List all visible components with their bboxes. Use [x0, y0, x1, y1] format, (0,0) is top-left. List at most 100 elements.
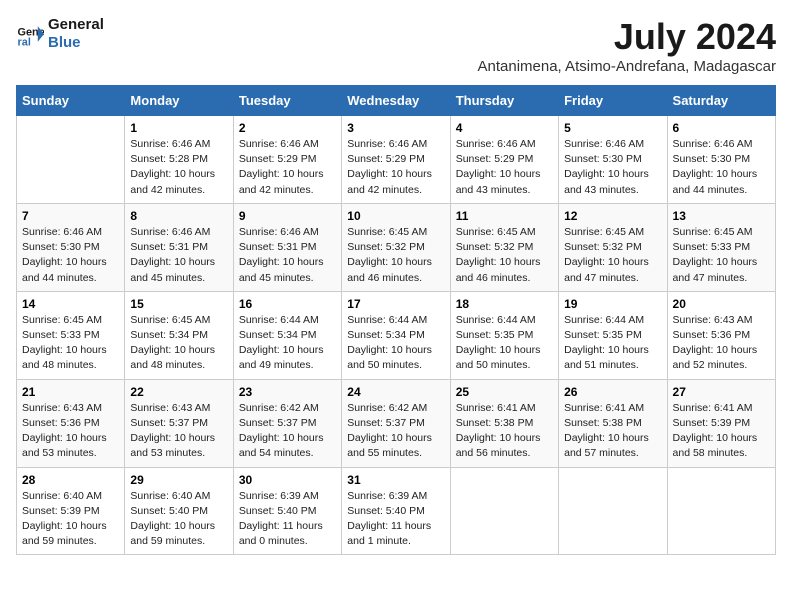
calendar-cell: 14Sunrise: 6:45 AM Sunset: 5:33 PM Dayli… [17, 291, 125, 379]
calendar-table: SundayMondayTuesdayWednesdayThursdayFrid… [16, 85, 776, 555]
day-info: Sunrise: 6:45 AM Sunset: 5:33 PM Dayligh… [673, 225, 770, 286]
calendar-cell: 16Sunrise: 6:44 AM Sunset: 5:34 PM Dayli… [233, 291, 341, 379]
week-row-1: 1Sunrise: 6:46 AM Sunset: 5:28 PM Daylig… [17, 116, 776, 204]
calendar-cell: 20 Sunrise: 6:43 AM Sunset: 5:36 PM Dayli… [667, 291, 775, 379]
day-info: Sunrise: 6:46 AM Sunset: 5:30 PM Dayligh… [564, 137, 661, 198]
calendar-cell [450, 467, 558, 555]
day-info: Sunrise: 6:45 AM Sunset: 5:32 PM Dayligh… [347, 225, 444, 286]
day-info: Sunrise: 6:44 AM Sunset: 5:35 PM Dayligh… [564, 313, 661, 374]
day-info: Sunrise: 6:46 AM Sunset: 5:29 PM Dayligh… [239, 137, 336, 198]
calendar-subtitle: Antanimena, Atsimo-Andrefana, Madagascar [478, 58, 777, 75]
week-row-5: 28 Sunrise: 6:40 AM Sunset: 5:39 PM Dayli… [17, 467, 776, 555]
day-number: 23 [239, 385, 336, 399]
day-number: 30 [239, 473, 336, 487]
day-number: 13 [673, 209, 770, 223]
calendar-header-row: SundayMondayTuesdayWednesdayThursdayFrid… [17, 86, 776, 116]
header-tuesday: Tuesday [233, 86, 341, 116]
header-thursday: Thursday [450, 86, 558, 116]
day-number: 8 [130, 209, 227, 223]
day-info: Sunrise: 6:45 AM Sunset: 5:34 PM Dayligh… [130, 313, 227, 374]
header-saturday: Saturday [667, 86, 775, 116]
calendar-cell: 28 Sunrise: 6:40 AM Sunset: 5:39 PM Dayli… [17, 467, 125, 555]
calendar-cell: 15 Sunrise: 6:45 AM Sunset: 5:34 PM Dayli… [125, 291, 233, 379]
day-number: 27 [673, 385, 770, 399]
day-number: 1 [130, 121, 227, 135]
day-info: Sunrise: 6:46 AM Sunset: 5:29 PM Dayligh… [456, 137, 553, 198]
day-info: Sunrise: 6:42 AM Sunset: 5:37 PM Dayligh… [239, 401, 336, 462]
calendar-cell: 7 Sunrise: 6:46 AM Sunset: 5:30 PM Daylig… [17, 203, 125, 291]
calendar-cell [17, 116, 125, 204]
header-sunday: Sunday [17, 86, 125, 116]
calendar-cell: 19 Sunrise: 6:44 AM Sunset: 5:35 PM Dayli… [559, 291, 667, 379]
week-row-2: 7 Sunrise: 6:46 AM Sunset: 5:30 PM Daylig… [17, 203, 776, 291]
calendar-cell: 13 Sunrise: 6:45 AM Sunset: 5:33 PM Dayli… [667, 203, 775, 291]
day-info: Sunrise: 6:41 AM Sunset: 5:39 PM Dayligh… [673, 401, 770, 462]
day-number: 18 [456, 297, 553, 311]
calendar-cell: 18 Sunrise: 6:44 AM Sunset: 5:35 PM Dayli… [450, 291, 558, 379]
calendar-cell: 8 Sunrise: 6:46 AM Sunset: 5:31 PM Daylig… [125, 203, 233, 291]
calendar-cell: 1Sunrise: 6:46 AM Sunset: 5:28 PM Daylig… [125, 116, 233, 204]
calendar-cell: 24 Sunrise: 6:42 AM Sunset: 5:37 PM Dayli… [342, 379, 450, 467]
day-info: Sunrise: 6:46 AM Sunset: 5:30 PM Dayligh… [22, 225, 119, 286]
calendar-cell: 21 Sunrise: 6:43 AM Sunset: 5:36 PM Dayli… [17, 379, 125, 467]
day-info: Sunrise: 6:42 AM Sunset: 5:37 PM Dayligh… [347, 401, 444, 462]
day-info: Sunrise: 6:43 AM Sunset: 5:37 PM Dayligh… [130, 401, 227, 462]
day-number: 15 [130, 297, 227, 311]
day-number: 14 [22, 297, 119, 311]
calendar-cell: 11Sunrise: 6:45 AM Sunset: 5:32 PM Dayli… [450, 203, 558, 291]
logo: Gene ral General Blue [16, 16, 104, 52]
day-info: Sunrise: 6:41 AM Sunset: 5:38 PM Dayligh… [456, 401, 553, 462]
calendar-cell [667, 467, 775, 555]
day-number: 6 [673, 121, 770, 135]
calendar-cell: 31 Sunrise: 6:39 AM Sunset: 5:40 PM Dayli… [342, 467, 450, 555]
day-info: Sunrise: 6:40 AM Sunset: 5:39 PM Dayligh… [22, 489, 119, 550]
week-row-3: 14Sunrise: 6:45 AM Sunset: 5:33 PM Dayli… [17, 291, 776, 379]
day-info: Sunrise: 6:41 AM Sunset: 5:38 PM Dayligh… [564, 401, 661, 462]
calendar-cell: 26 Sunrise: 6:41 AM Sunset: 5:38 PM Dayli… [559, 379, 667, 467]
calendar-cell: 29Sunrise: 6:40 AM Sunset: 5:40 PM Dayli… [125, 467, 233, 555]
day-info: Sunrise: 6:39 AM Sunset: 5:40 PM Dayligh… [239, 489, 336, 550]
day-number: 10 [347, 209, 444, 223]
day-info: Sunrise: 6:45 AM Sunset: 5:32 PM Dayligh… [456, 225, 553, 286]
day-info: Sunrise: 6:46 AM Sunset: 5:31 PM Dayligh… [239, 225, 336, 286]
calendar-cell: 12 Sunrise: 6:45 AM Sunset: 5:32 PM Dayli… [559, 203, 667, 291]
day-info: Sunrise: 6:43 AM Sunset: 5:36 PM Dayligh… [673, 313, 770, 374]
day-number: 9 [239, 209, 336, 223]
day-number: 12 [564, 209, 661, 223]
day-number: 20 [673, 297, 770, 311]
logo-icon: Gene ral [16, 20, 44, 48]
calendar-cell: 23 Sunrise: 6:42 AM Sunset: 5:37 PM Dayli… [233, 379, 341, 467]
day-number: 31 [347, 473, 444, 487]
day-info: Sunrise: 6:45 AM Sunset: 5:32 PM Dayligh… [564, 225, 661, 286]
calendar-cell: 6Sunrise: 6:46 AM Sunset: 5:30 PM Daylig… [667, 116, 775, 204]
day-info: Sunrise: 6:44 AM Sunset: 5:35 PM Dayligh… [456, 313, 553, 374]
header-wednesday: Wednesday [342, 86, 450, 116]
calendar-cell: 25Sunrise: 6:41 AM Sunset: 5:38 PM Dayli… [450, 379, 558, 467]
day-number: 7 [22, 209, 119, 223]
day-info: Sunrise: 6:39 AM Sunset: 5:40 PM Dayligh… [347, 489, 444, 550]
page-header: Gene ral General Blue July 2024 Antanime… [16, 16, 776, 75]
day-number: 16 [239, 297, 336, 311]
week-row-4: 21 Sunrise: 6:43 AM Sunset: 5:36 PM Dayli… [17, 379, 776, 467]
day-info: Sunrise: 6:46 AM Sunset: 5:29 PM Dayligh… [347, 137, 444, 198]
day-number: 24 [347, 385, 444, 399]
day-number: 21 [22, 385, 119, 399]
calendar-cell: 22 Sunrise: 6:43 AM Sunset: 5:37 PM Dayli… [125, 379, 233, 467]
calendar-cell: 4 Sunrise: 6:46 AM Sunset: 5:29 PM Daylig… [450, 116, 558, 204]
calendar-cell: 5 Sunrise: 6:46 AM Sunset: 5:30 PM Daylig… [559, 116, 667, 204]
day-number: 19 [564, 297, 661, 311]
logo-text-line1: General [48, 16, 104, 34]
day-number: 4 [456, 121, 553, 135]
day-info: Sunrise: 6:46 AM Sunset: 5:31 PM Dayligh… [130, 225, 227, 286]
calendar-cell [559, 467, 667, 555]
calendar-cell: 3Sunrise: 6:46 AM Sunset: 5:29 PM Daylig… [342, 116, 450, 204]
day-number: 28 [22, 473, 119, 487]
day-number: 2 [239, 121, 336, 135]
day-number: 5 [564, 121, 661, 135]
header-friday: Friday [559, 86, 667, 116]
day-info: Sunrise: 6:43 AM Sunset: 5:36 PM Dayligh… [22, 401, 119, 462]
day-number: 22 [130, 385, 227, 399]
day-number: 26 [564, 385, 661, 399]
day-info: Sunrise: 6:40 AM Sunset: 5:40 PM Dayligh… [130, 489, 227, 550]
calendar-cell: 17Sunrise: 6:44 AM Sunset: 5:34 PM Dayli… [342, 291, 450, 379]
